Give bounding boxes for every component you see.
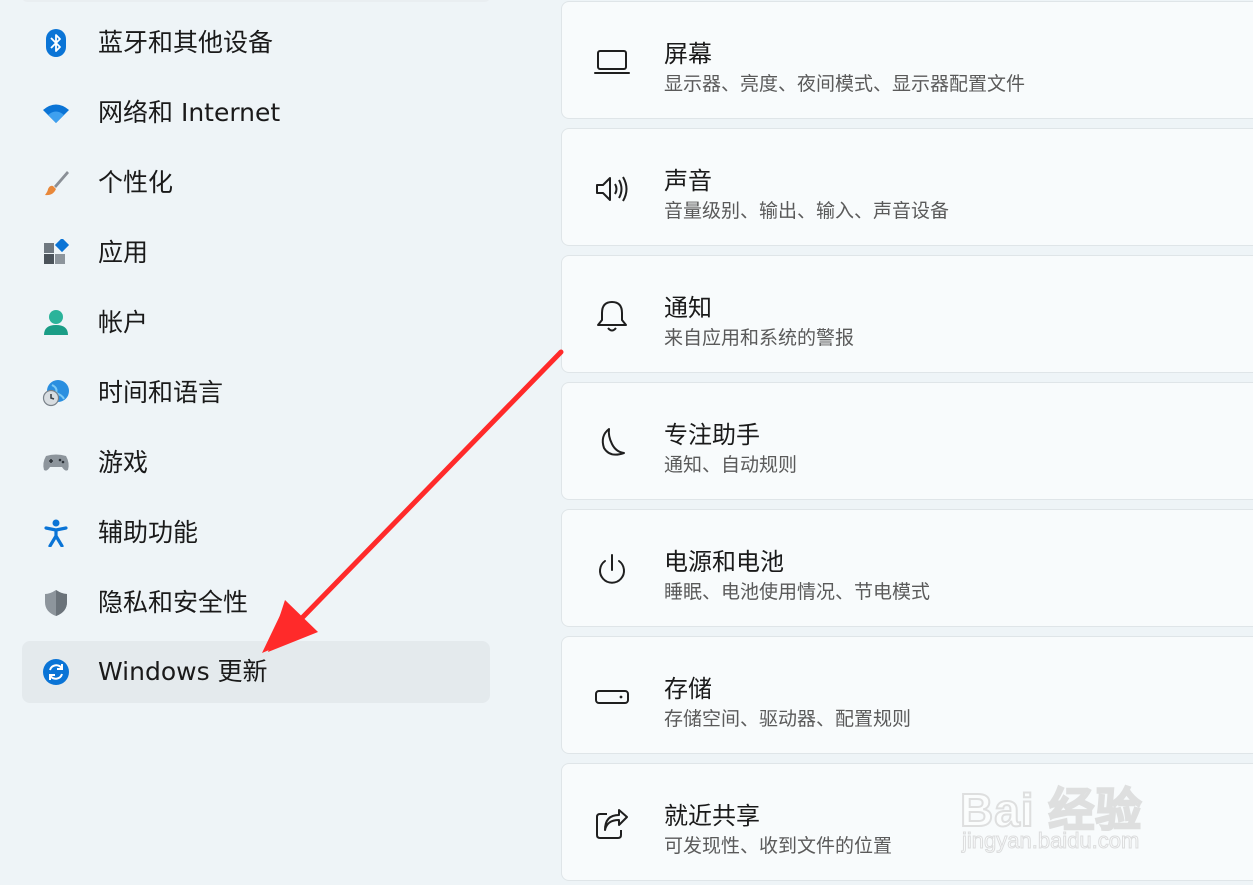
card-title: 就近共享 xyxy=(664,802,760,830)
card-subtitle: 显示器、亮度、夜间模式、显示器配置文件 xyxy=(664,73,1026,95)
settings-sidebar: 蓝牙和其他设备 网络和 Internet 个性化 应用 帐户 时间和语言 游戏 … xyxy=(0,0,540,885)
card-subtitle: 存储空间、驱动器、配置规则 xyxy=(664,708,912,730)
gamepad-icon xyxy=(42,449,70,477)
sidebar-item-label: Windows 更新 xyxy=(98,657,268,686)
card-title: 屏幕 xyxy=(664,40,712,68)
speaker-icon xyxy=(594,171,630,207)
sidebar-item-privacy[interactable]: 隐私和安全性 xyxy=(22,572,490,634)
sidebar-item-label: 网络和 Internet xyxy=(98,98,281,127)
watermark: Bai 经验 jingyan.baidu.com xyxy=(958,752,1198,862)
card-title: 声音 xyxy=(664,167,712,195)
sidebar-item-accounts[interactable]: 帐户 xyxy=(22,292,490,354)
card-storage[interactable]: 存储 存储空间、驱动器、配置规则 xyxy=(561,636,1253,754)
globe-clock-icon xyxy=(42,379,70,407)
sidebar-item-label: 时间和语言 xyxy=(98,378,224,407)
card-power-battery[interactable]: 电源和电池 睡眠、电池使用情况、节电模式 xyxy=(561,509,1253,627)
shield-icon xyxy=(42,589,70,617)
card-notifications[interactable]: 通知 来自应用和系统的警报 xyxy=(561,255,1253,373)
account-icon xyxy=(42,309,70,337)
power-icon xyxy=(594,552,630,588)
sync-icon xyxy=(42,658,70,686)
watermark-url: jingyan.baidu.com xyxy=(961,828,1140,854)
sidebar-item-label: 个性化 xyxy=(98,168,174,197)
sidebar-item-label: 应用 xyxy=(98,238,149,267)
sidebar-item-label: 隐私和安全性 xyxy=(98,588,249,617)
card-title: 电源和电池 xyxy=(664,548,784,576)
apps-icon xyxy=(42,239,70,267)
sidebar-item-label: 蓝牙和其他设备 xyxy=(98,28,274,57)
card-title: 专注助手 xyxy=(664,421,760,449)
accessibility-icon xyxy=(42,519,70,547)
sidebar-item-personalization[interactable]: 个性化 xyxy=(22,152,490,214)
sidebar-item-bluetooth[interactable]: 蓝牙和其他设备 xyxy=(22,12,490,74)
sidebar-item-label: 辅助功能 xyxy=(98,518,199,547)
sidebar-item-gaming[interactable]: 游戏 xyxy=(22,432,490,494)
bell-icon xyxy=(594,298,630,334)
sidebar-item-time-language[interactable]: 时间和语言 xyxy=(22,362,490,424)
sidebar-item-label: 帐户 xyxy=(98,308,149,337)
card-sound[interactable]: 声音 音量级别、输出、输入、声音设备 xyxy=(561,128,1253,246)
card-title: 通知 xyxy=(664,294,712,322)
card-subtitle: 可发现性、收到文件的位置 xyxy=(664,835,893,857)
sidebar-top-edge xyxy=(22,0,490,2)
card-subtitle: 睡眠、电池使用情况、节电模式 xyxy=(664,581,931,603)
moon-icon xyxy=(594,425,630,461)
sidebar-item-accessibility[interactable]: 辅助功能 xyxy=(22,502,490,564)
card-title: 存储 xyxy=(664,675,712,703)
card-subtitle: 通知、自动规则 xyxy=(664,454,798,476)
card-display[interactable]: 屏幕 显示器、亮度、夜间模式、显示器配置文件 xyxy=(561,1,1253,119)
laptop-icon xyxy=(594,44,630,80)
bluetooth-icon xyxy=(42,29,70,57)
storage-icon xyxy=(594,679,630,715)
sidebar-item-network[interactable]: 网络和 Internet xyxy=(22,82,490,144)
card-focus-assist[interactable]: 专注助手 通知、自动规则 xyxy=(561,382,1253,500)
card-subtitle: 音量级别、输出、输入、声音设备 xyxy=(664,200,950,222)
brush-icon xyxy=(42,169,70,197)
sidebar-item-label: 游戏 xyxy=(98,448,149,477)
wifi-icon xyxy=(42,99,70,127)
sidebar-item-windows-update[interactable]: Windows 更新 xyxy=(22,641,490,703)
share-icon xyxy=(594,806,630,842)
sidebar-item-apps[interactable]: 应用 xyxy=(22,222,490,284)
card-subtitle: 来自应用和系统的警报 xyxy=(664,327,855,349)
